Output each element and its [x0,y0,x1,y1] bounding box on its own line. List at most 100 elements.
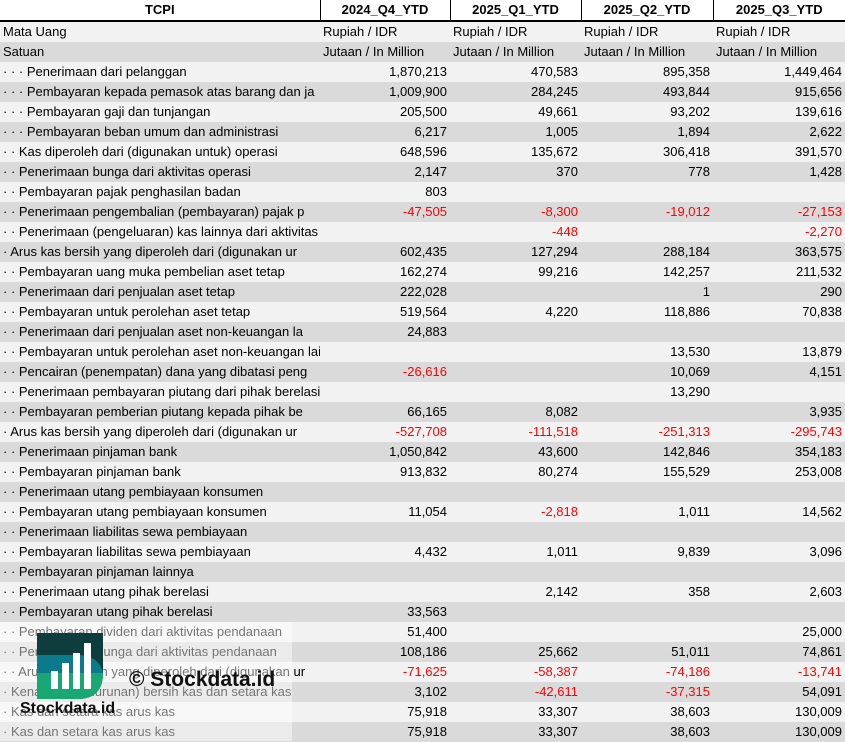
row-label[interactable]: · · Penerimaan liabilitas sewa pembiayaa… [0,522,320,542]
value-cell[interactable]: 93,202 [581,102,713,122]
row-label[interactable]: · · Penerimaan (pengeluaran) kas lainnya… [0,222,320,242]
row-label[interactable]: · · · Pembayaran gaji dan tunjangan [0,102,320,122]
value-cell[interactable]: -295,743 [713,422,845,442]
header-period[interactable]: 2025_Q2_YTD [581,0,714,22]
row-label[interactable]: · · Pembayaran pinjaman lainnya [0,562,320,582]
value-cell[interactable]: -58,387 [450,662,581,682]
row-label[interactable]: · · Penerimaan dari penjualan aset non-k… [0,322,320,342]
row-label[interactable]: · · Pembayaran bunga dari aktivitas pend… [0,642,320,662]
value-cell[interactable]: 130,009 [713,722,845,742]
row-label[interactable]: · · Penerimaan dari penjualan aset tetap [0,282,320,302]
row-label[interactable]: · · Kas diperoleh dari (digunakan untuk)… [0,142,320,162]
value-cell[interactable]: -42,611 [450,682,581,702]
value-cell[interactable]: 2,142 [450,582,581,602]
value-cell[interactable] [581,522,713,542]
value-cell[interactable]: 211,532 [713,262,845,282]
row-label[interactable]: · · Pembayaran untuk perolehan aset non-… [0,342,320,362]
row-label[interactable]: · · Penerimaan utang pihak berelasi [0,582,320,602]
value-cell[interactable]: -8,300 [450,202,581,222]
value-cell[interactable] [450,482,581,502]
value-cell[interactable]: 66,165 [320,402,450,422]
value-cell[interactable]: -27,153 [713,202,845,222]
value-cell[interactable]: 75,918 [320,722,450,742]
row-label[interactable]: · · Penerimaan pembayaran piutang dari p… [0,382,320,402]
value-cell[interactable]: 6,217 [320,122,450,142]
value-cell[interactable]: 38,603 [581,722,713,742]
value-cell[interactable] [581,402,713,422]
row-label[interactable]: · · Pembayaran pemberian piutang kepada … [0,402,320,422]
header-period[interactable]: 2024_Q4_YTD [320,0,451,22]
value-cell[interactable]: 470,583 [450,62,581,82]
row-label[interactable]: · · Pembayaran utang pihak berelasi [0,602,320,622]
meta-cell[interactable]: Rupiah / IDR [581,21,713,42]
row-label[interactable]: · · Pencairan (penempatan) dana yang dib… [0,362,320,382]
value-cell[interactable]: 25,000 [713,622,845,642]
value-cell[interactable]: -19,012 [581,202,713,222]
header-ticker[interactable]: TCPI [0,0,321,22]
row-label[interactable]: · · Pembayaran untuk perolehan aset teta… [0,302,320,322]
value-cell[interactable]: 70,838 [713,302,845,322]
value-cell[interactable] [713,382,845,402]
value-cell[interactable] [450,522,581,542]
meta-cell[interactable]: Rupiah / IDR [450,21,581,42]
value-cell[interactable]: 25,662 [450,642,581,662]
value-cell[interactable]: 24,883 [320,322,450,342]
value-cell[interactable]: -251,313 [581,422,713,442]
value-cell[interactable]: 108,186 [320,642,450,662]
value-cell[interactable]: 205,500 [320,102,450,122]
value-cell[interactable]: 162,274 [320,262,450,282]
row-label[interactable]: · · Pembayaran pajak penghasilan badan [0,182,320,202]
value-cell[interactable]: 33,307 [450,702,581,722]
value-cell[interactable]: 3,935 [713,402,845,422]
value-cell[interactable]: 4,432 [320,542,450,562]
row-label[interactable]: · Kenaikan (penurunan) bersih kas dan se… [0,682,320,702]
value-cell[interactable]: 49,661 [450,102,581,122]
value-cell[interactable]: 1,894 [581,122,713,142]
value-cell[interactable]: 2,603 [713,582,845,602]
value-cell[interactable]: -26,616 [320,362,450,382]
row-label[interactable]: · Kas dan setara kas arus kas [0,702,320,722]
value-cell[interactable] [581,562,713,582]
value-cell[interactable] [713,182,845,202]
value-cell[interactable]: 288,184 [581,242,713,262]
value-cell[interactable]: 11,054 [320,502,450,522]
value-cell[interactable]: 1,050,842 [320,442,450,462]
value-cell[interactable] [320,382,450,402]
value-cell[interactable]: 13,290 [581,382,713,402]
value-cell[interactable]: 358 [581,582,713,602]
value-cell[interactable] [713,522,845,542]
value-cell[interactable]: 1,011 [450,542,581,562]
value-cell[interactable] [450,322,581,342]
value-cell[interactable]: 915,656 [713,82,845,102]
row-label[interactable]: · · Pembayaran liabilitas sewa pembiayaa… [0,542,320,562]
value-cell[interactable] [581,222,713,242]
value-cell[interactable]: 4,151 [713,362,845,382]
value-cell[interactable]: -2,270 [713,222,845,242]
value-cell[interactable]: 75,918 [320,702,450,722]
value-cell[interactable]: 370 [450,162,581,182]
value-cell[interactable]: 135,672 [450,142,581,162]
value-cell[interactable]: 43,600 [450,442,581,462]
row-label[interactable]: · · · Penerimaan dari pelanggan [0,62,320,82]
value-cell[interactable] [581,602,713,622]
value-cell[interactable]: -111,518 [450,422,581,442]
value-cell[interactable]: -37,315 [581,682,713,702]
value-cell[interactable] [320,582,450,602]
value-cell[interactable]: 1 [581,282,713,302]
value-cell[interactable]: 38,603 [581,702,713,722]
value-cell[interactable]: -13,741 [713,662,845,682]
value-cell[interactable] [581,622,713,642]
value-cell[interactable]: 1,428 [713,162,845,182]
value-cell[interactable]: 1,870,213 [320,62,450,82]
value-cell[interactable]: 51,400 [320,622,450,642]
value-cell[interactable]: -2,818 [450,502,581,522]
row-label[interactable]: Mata Uang [0,21,320,42]
value-cell[interactable]: 1,449,464 [713,62,845,82]
value-cell[interactable]: 519,564 [320,302,450,322]
value-cell[interactable] [581,482,713,502]
value-cell[interactable]: 14,562 [713,502,845,522]
value-cell[interactable]: 3,102 [320,682,450,702]
value-cell[interactable]: 803 [320,182,450,202]
value-cell[interactable]: 13,879 [713,342,845,362]
value-cell[interactable] [320,522,450,542]
